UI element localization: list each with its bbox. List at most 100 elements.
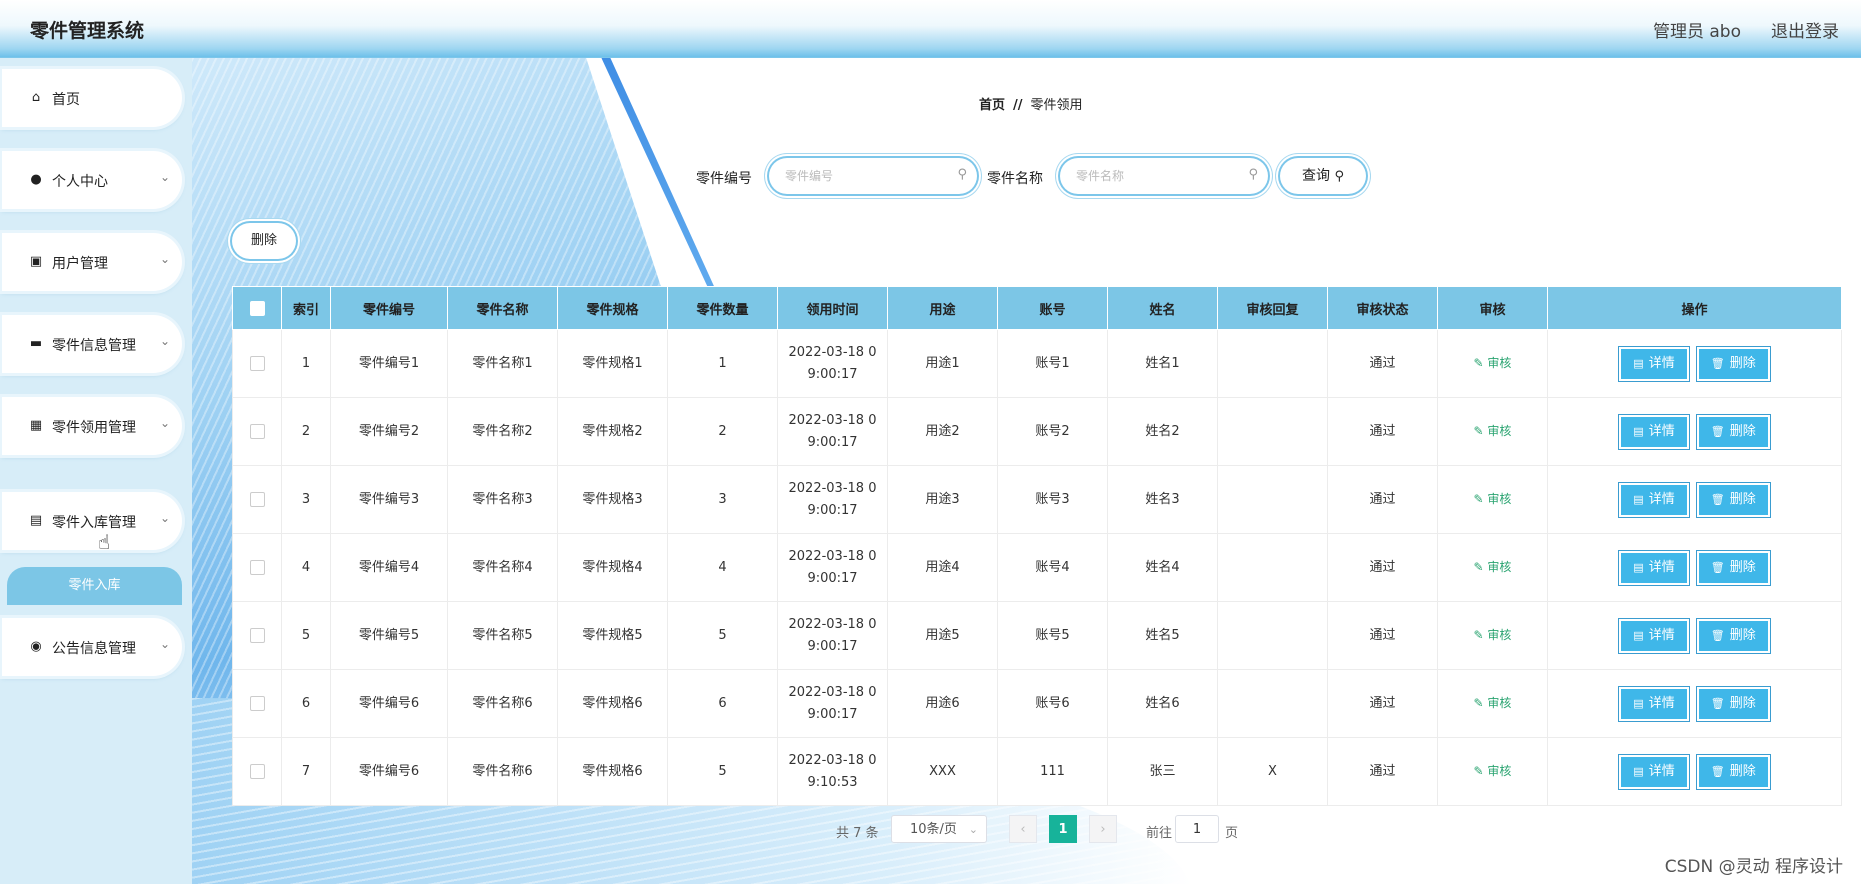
row-select-cell bbox=[232, 669, 282, 738]
column-header: 姓名 bbox=[1107, 286, 1218, 330]
part-name-input[interactable] bbox=[1074, 158, 1238, 194]
sidebar-item-part-stockin-management[interactable]: ▤ 零件入库管理 ⌄ bbox=[2, 492, 182, 550]
cell-part-name: 零件名称1 bbox=[447, 329, 558, 398]
cell-audit-status: 通过 bbox=[1327, 533, 1438, 602]
cell-part-code: 零件编号1 bbox=[330, 329, 448, 398]
cell-part-code: 零件编号6 bbox=[330, 737, 448, 806]
sidebar-item-home[interactable]: ⌂ 首页 bbox=[2, 69, 182, 127]
cell-requisition-time: 2022-03-18 0 9:00:17 bbox=[777, 669, 888, 738]
search-icon: ⚲ bbox=[957, 167, 967, 182]
column-header: 审核 bbox=[1437, 286, 1548, 330]
cell-purpose: 用途3 bbox=[887, 465, 998, 534]
row-select-cell bbox=[232, 737, 282, 806]
audit-link[interactable]: ✎ 审核 bbox=[1474, 560, 1512, 574]
row-checkbox[interactable] bbox=[249, 355, 265, 371]
delete-button[interactable]: 🗑 删除 bbox=[1698, 620, 1768, 651]
document-icon: ▤ bbox=[1633, 492, 1644, 506]
cell-operations: ▤ 详情 🗑 删除 bbox=[1547, 601, 1842, 670]
delete-button[interactable]: 🗑 删除 bbox=[1698, 688, 1768, 719]
cell-requisition-time: 2022-03-18 0 9:00:17 bbox=[777, 465, 888, 534]
monitor-icon: ▬ bbox=[29, 336, 43, 351]
cell-purpose: 用途1 bbox=[887, 329, 998, 398]
audit-link-label: 审核 bbox=[1487, 628, 1512, 642]
query-button[interactable]: 查询 ⚲ bbox=[1280, 158, 1366, 194]
sidebar-item-label: 个人中心 bbox=[52, 174, 108, 190]
detail-button[interactable]: ▤ 详情 bbox=[1621, 416, 1687, 447]
cell-part-spec: 零件规格5 bbox=[557, 601, 668, 670]
prev-page-button[interactable]: ‹ bbox=[1009, 815, 1037, 843]
cell-account: 账号3 bbox=[997, 465, 1108, 534]
detail-button[interactable]: ▤ 详情 bbox=[1621, 348, 1687, 379]
part-code-input[interactable] bbox=[783, 158, 947, 194]
detail-button[interactable]: ▤ 详情 bbox=[1621, 552, 1687, 583]
requisition-table: 索引 零件编号 零件名称 零件规格 零件数量 领用时间 用途 账号 姓名 审核回… bbox=[232, 286, 1842, 806]
audit-link[interactable]: ✎ 审核 bbox=[1474, 492, 1512, 506]
trash-icon: 🗑 bbox=[1710, 764, 1725, 778]
page-number-button[interactable]: 1 bbox=[1049, 815, 1077, 843]
sidebar-item-personal-center[interactable]: ● 个人中心 ⌄ bbox=[2, 151, 182, 209]
time-line-1: 2022-03-18 0 bbox=[788, 752, 877, 768]
edit-icon: ✎ bbox=[1473, 424, 1488, 438]
time-line-2: 9:00:17 bbox=[807, 366, 858, 382]
delete-button[interactable]: 🗑 删除 bbox=[1698, 348, 1768, 379]
detail-button-label: 详情 bbox=[1648, 423, 1675, 439]
sidebar-subitem-part-stockin[interactable]: 零件入库 bbox=[7, 567, 182, 605]
part-code-search-field[interactable]: ⚲ bbox=[769, 158, 977, 194]
sidebar-item-notice-management[interactable]: ◉ 公告信息管理 ⌄ bbox=[2, 618, 182, 676]
row-checkbox[interactable] bbox=[249, 423, 265, 439]
column-header: 领用时间 bbox=[777, 286, 888, 330]
column-header: 审核回复 bbox=[1217, 286, 1328, 330]
delete-button[interactable]: 🗑 删除 bbox=[1698, 484, 1768, 515]
chevron-down-icon: ⌄ bbox=[159, 416, 170, 430]
audit-link[interactable]: ✎ 审核 bbox=[1474, 356, 1512, 370]
cell-part-code: 零件编号4 bbox=[330, 533, 448, 602]
row-checkbox[interactable] bbox=[249, 763, 265, 779]
audit-link[interactable]: ✎ 审核 bbox=[1474, 424, 1512, 438]
row-checkbox[interactable] bbox=[249, 695, 265, 711]
audit-link[interactable]: ✎ 审核 bbox=[1474, 628, 1512, 642]
cell-part-qty: 3 bbox=[667, 465, 778, 534]
detail-button[interactable]: ▤ 详情 bbox=[1621, 620, 1687, 651]
cell-index: 7 bbox=[281, 737, 331, 806]
goto-page-input[interactable]: 1 bbox=[1175, 815, 1219, 843]
time-line-2: 9:00:17 bbox=[807, 706, 858, 722]
detail-button-label: 详情 bbox=[1648, 695, 1675, 711]
part-name-label: 零件名称 bbox=[987, 171, 1043, 187]
part-name-search-field[interactable]: ⚲ bbox=[1060, 158, 1268, 194]
audit-link[interactable]: ✎ 审核 bbox=[1474, 696, 1512, 710]
detail-button[interactable]: ▤ 详情 bbox=[1621, 484, 1687, 515]
row-checkbox[interactable] bbox=[249, 627, 265, 643]
row-checkbox[interactable] bbox=[249, 559, 265, 575]
breadcrumb: 首页 // 零件领用 bbox=[979, 94, 1083, 113]
delete-button[interactable]: 🗑 删除 bbox=[1698, 552, 1768, 583]
document-icon: ▤ bbox=[1633, 628, 1644, 642]
delete-button-label: 删除 bbox=[1729, 423, 1756, 439]
audit-link[interactable]: ✎ 审核 bbox=[1474, 764, 1512, 778]
cell-part-name: 零件名称3 bbox=[447, 465, 558, 534]
audit-link-label: 审核 bbox=[1487, 356, 1512, 370]
detail-button[interactable]: ▤ 详情 bbox=[1621, 756, 1687, 787]
trash-icon: 🗑 bbox=[1710, 424, 1725, 438]
batch-delete-button[interactable]: 删除 bbox=[232, 223, 296, 259]
cell-requisition-time: 2022-03-18 0 9:00:17 bbox=[777, 329, 888, 398]
detail-button[interactable]: ▤ 详情 bbox=[1621, 688, 1687, 719]
select-all-checkbox[interactable] bbox=[249, 300, 265, 316]
sidebar-item-part-info-management[interactable]: ▬ 零件信息管理 ⌄ bbox=[2, 315, 182, 373]
audit-link-label: 审核 bbox=[1487, 696, 1512, 710]
delete-button[interactable]: 🗑 删除 bbox=[1698, 416, 1768, 447]
sidebar-item-label: 零件入库管理 bbox=[52, 515, 136, 531]
cell-account: 账号2 bbox=[997, 397, 1108, 466]
cell-part-code: 零件编号6 bbox=[330, 669, 448, 738]
time-line-1: 2022-03-18 0 bbox=[788, 412, 877, 428]
next-page-button[interactable]: › bbox=[1089, 815, 1117, 843]
row-checkbox[interactable] bbox=[249, 491, 265, 507]
logout-link[interactable]: 退出登录 bbox=[1771, 17, 1839, 42]
sidebar-item-user-management[interactable]: ▣ 用户管理 ⌄ bbox=[2, 233, 182, 291]
breadcrumb-home[interactable]: 首页 bbox=[979, 98, 1005, 113]
edit-icon: ✎ bbox=[1473, 356, 1488, 370]
delete-button[interactable]: 🗑 删除 bbox=[1698, 756, 1768, 787]
page-size-select[interactable]: 10条/页 ⌄ bbox=[891, 815, 987, 843]
sidebar-item-part-requisition-management[interactable]: ▦ 零件领用管理 ⌄ bbox=[2, 397, 182, 455]
table-row: 5 零件编号5 零件名称5 零件规格5 5 2022-03-18 0 9:00:17 用途5 账… bbox=[232, 601, 1842, 670]
table-row: 4 零件编号4 零件名称4 零件规格4 4 2022-03-18 0 9:00:17 用途4 账… bbox=[232, 533, 1842, 602]
